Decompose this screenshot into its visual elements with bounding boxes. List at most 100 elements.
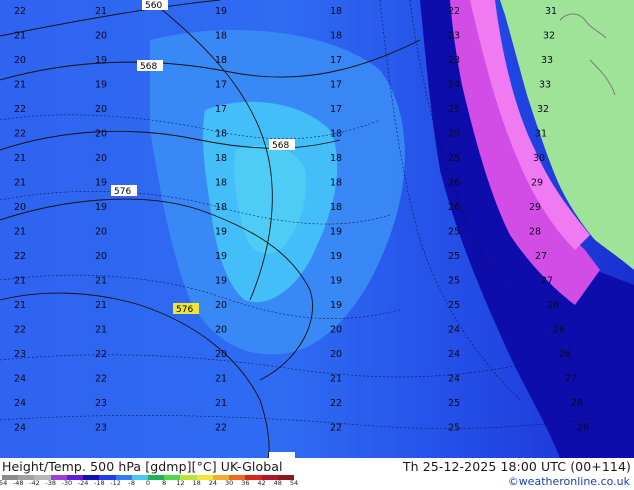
contour-label: 568 — [272, 141, 289, 151]
temperature-label: 19 — [330, 276, 342, 287]
credit-link[interactable]: ©weatheronline.co.uk — [508, 475, 630, 488]
temperature-label: 18 — [330, 153, 342, 164]
temperature-label: 30 — [533, 153, 545, 164]
temperature-label: 17 — [330, 80, 342, 91]
temperature-label: 26 — [547, 300, 559, 311]
legend-value: -30 — [61, 479, 73, 487]
legend-value: -12 — [110, 479, 121, 487]
temperature-label: 26 — [553, 325, 565, 336]
temperature-label: 22 — [14, 325, 26, 336]
temperature-label: 27 — [541, 276, 553, 287]
legend-value: -24 — [77, 479, 89, 487]
temperature-label: 26 — [559, 349, 571, 360]
temperature-label: 20 — [95, 251, 107, 262]
temperature-label: 25 — [448, 251, 460, 262]
temperature-label: 18 — [330, 178, 342, 189]
temperature-label: 21 — [95, 300, 107, 311]
temperature-label: 20 — [330, 325, 342, 336]
temperature-label: 21 — [95, 6, 107, 17]
temperature-label: 18 — [215, 55, 227, 66]
legend-value: 24 — [208, 479, 218, 487]
info-bar: Height/Temp. 500 hPa [gdmp][°C] UK-Globa… — [0, 458, 634, 490]
temperature-label: 24 — [14, 423, 26, 434]
temperature-label: 26 — [448, 178, 460, 189]
temperature-label: 26 — [577, 423, 589, 434]
temperature-label: 18 — [215, 153, 227, 164]
weather-map-view: 560 568 568 576 576 22 21 20 21 22 22 21 21 20 21… — [0, 0, 634, 490]
temperature-label: 18 — [330, 6, 342, 17]
temperature-label: 24 — [448, 325, 460, 336]
temperature-label: 23 — [448, 31, 460, 42]
legend-value: -42 — [29, 479, 40, 487]
contour-label: 560 — [145, 1, 162, 11]
temperature-label: 21 — [14, 80, 26, 91]
legend-value: -38 — [45, 479, 56, 487]
temperature-label: 24 — [14, 374, 26, 385]
temperature-label: 31 — [545, 6, 557, 17]
temperature-label: 22 — [448, 6, 460, 17]
temperature-label: 17 — [330, 104, 342, 115]
temperature-label: 27 — [565, 374, 577, 385]
temperature-label: 21 — [330, 374, 342, 385]
temperature-label: 25 — [448, 227, 460, 238]
temperature-label: 22 — [14, 104, 26, 115]
temperature-label: 24 — [448, 80, 460, 91]
temperature-label: 21 — [14, 300, 26, 311]
temperature-label: 19 — [215, 227, 227, 238]
temperature-label: 18 — [330, 31, 342, 42]
temperature-label: 26 — [448, 202, 460, 213]
temperature-label: 32 — [543, 31, 555, 42]
temperature-label: 19 — [95, 55, 107, 66]
temperature-label: 19 — [215, 6, 227, 17]
temperature-label: 22 — [14, 6, 26, 17]
temperature-label: 25 — [448, 423, 460, 434]
legend-value: 12 — [176, 479, 185, 487]
color-scale-labels: -54 -48 -42 -38 -30 -24 -18 -12 -8 0 8 12 18 24 30 36 42… — [0, 479, 298, 489]
temperature-label: 22 — [215, 423, 227, 434]
temperature-label: 18 — [215, 31, 227, 42]
temperature-label: 20 — [215, 325, 227, 336]
temperature-label: 20 — [95, 153, 107, 164]
temperature-label: 21 — [95, 325, 107, 336]
temperature-label: 21 — [215, 398, 227, 409]
temperature-label: 21 — [14, 153, 26, 164]
temperature-label: 29 — [529, 202, 541, 213]
temperature-label: 20 — [215, 300, 227, 311]
temperature-label: 33 — [539, 80, 551, 91]
legend-value: 48 — [273, 479, 282, 487]
legend-value: 54 — [289, 479, 299, 487]
product-label: Height/Temp. 500 hPa [gdmp][°C] UK-Globa… — [2, 459, 283, 474]
legend-value: 18 — [192, 479, 201, 487]
valid-time: Th 25-12-2025 18:00 UTC (00+114) — [402, 459, 631, 474]
temperature-label: 20 — [95, 31, 107, 42]
temperature-label: 24 — [448, 349, 460, 360]
temperature-label: 19 — [330, 300, 342, 311]
temperature-label: 20 — [95, 104, 107, 115]
legend-value: 8 — [162, 479, 167, 487]
temperature-label: 23 — [14, 349, 26, 360]
temperature-label: 17 — [330, 55, 342, 66]
temperature-label: 26 — [571, 398, 583, 409]
temperature-label: 32 — [537, 104, 549, 115]
temperature-label: 24 — [14, 398, 26, 409]
temperature-label: 17 — [215, 80, 227, 91]
temperature-label: 18 — [330, 202, 342, 213]
temperature-label: 27 — [535, 251, 547, 262]
temperature-label: 20 — [330, 349, 342, 360]
temperature-label: 23 — [95, 423, 107, 434]
temperature-label: 18 — [215, 129, 227, 140]
temperature-label: 18 — [215, 178, 227, 189]
temperature-label: 19 — [215, 251, 227, 262]
color-scale-legend: -54 -48 -42 -38 -30 -24 -18 -12 -8 0 8 12 18 24 30 36 42… — [0, 475, 298, 489]
temperature-label: 21 — [95, 276, 107, 287]
temperature-label: 20 — [14, 55, 26, 66]
temperature-label: 22 — [14, 129, 26, 140]
contour-label: 576 — [114, 187, 131, 197]
temperature-label: 23 — [95, 398, 107, 409]
temperature-label: 22 — [330, 423, 342, 434]
contour-label: 568 — [140, 62, 157, 72]
legend-value: -8 — [128, 479, 136, 487]
temperature-label: 25 — [448, 153, 460, 164]
temperature-label: 20 — [14, 202, 26, 213]
temperature-label: 22 — [14, 251, 26, 262]
